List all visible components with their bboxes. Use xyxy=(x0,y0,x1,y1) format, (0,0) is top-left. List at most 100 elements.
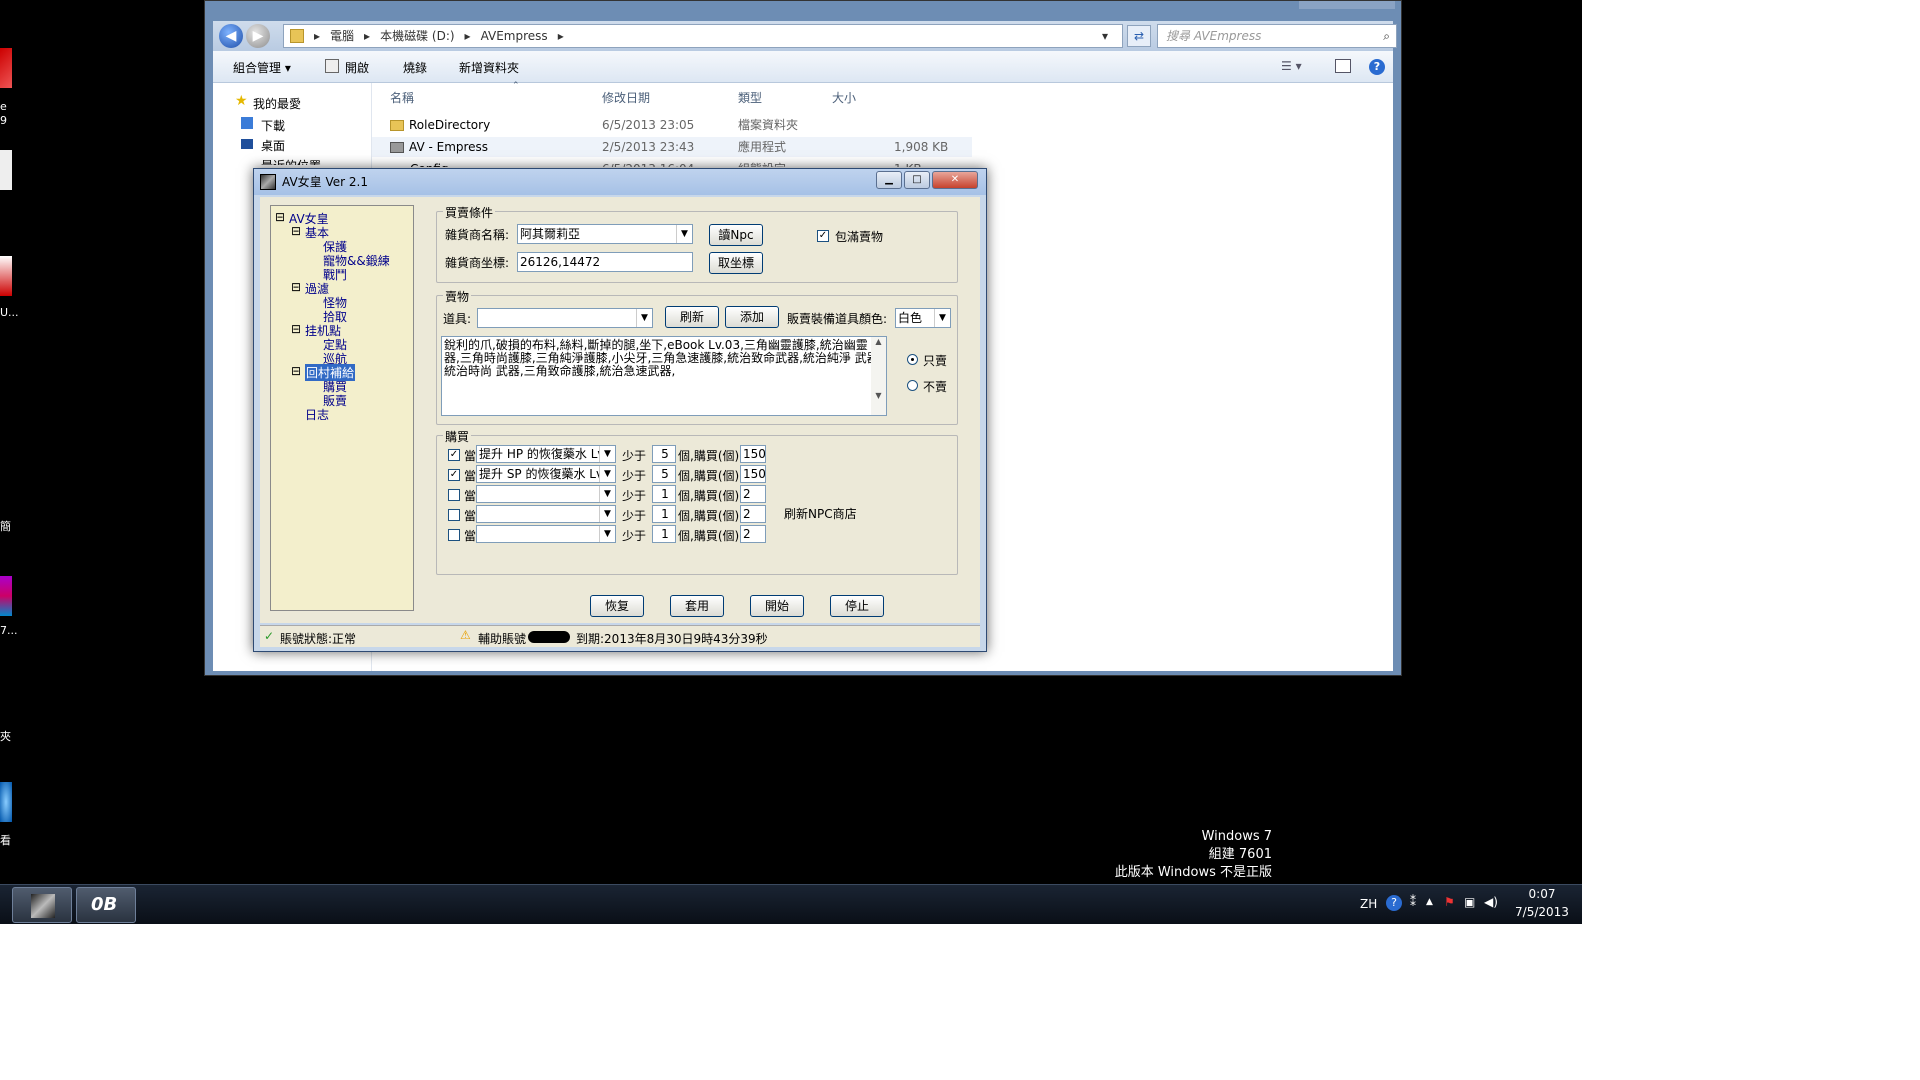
desktop-icon[interactable] xyxy=(0,48,12,88)
help-icon[interactable]: ? xyxy=(1386,895,1402,911)
refresh-icon[interactable]: ⇄ xyxy=(1127,25,1151,47)
organize-button[interactable]: 組合管理 ▾ xyxy=(233,59,291,76)
merchant-select[interactable]: 阿其爾莉亞 ▼ xyxy=(517,224,693,244)
scrollbar[interactable]: ▲ ▼ xyxy=(871,337,886,415)
desktop-icon[interactable] xyxy=(0,256,12,296)
buy-qty-input[interactable]: 2 xyxy=(740,505,766,523)
tree-toggle-icon[interactable]: ⊟ xyxy=(275,210,285,224)
start-button[interactable]: 開始 xyxy=(750,595,804,617)
column-modified[interactable]: 修改日期 xyxy=(602,89,650,106)
minimize-button[interactable]: ▁ xyxy=(876,171,902,189)
buy-row-checkbox[interactable]: ✓ xyxy=(448,449,460,461)
min-count-input[interactable]: 5 xyxy=(652,465,676,483)
tree-toggle-icon[interactable]: ⊟ xyxy=(291,224,301,238)
action-center-icon[interactable]: ⚑ xyxy=(1444,895,1455,909)
chevron-down-icon[interactable]: ▼ xyxy=(599,446,615,462)
only-sell-radio[interactable] xyxy=(907,354,918,365)
nav-desktop[interactable]: 桌面 xyxy=(261,137,285,154)
color-select[interactable]: 白色 ▼ xyxy=(895,308,951,328)
desktop-icon[interactable] xyxy=(0,576,12,616)
buy-row-checkbox[interactable]: ✓ xyxy=(448,469,460,481)
file-row[interactable]: AV - Empress 2/5/2013 23:43 應用程式 1,908 K… xyxy=(372,137,972,157)
forward-icon[interactable]: ▶ xyxy=(246,24,270,48)
maximize-button[interactable]: □ xyxy=(904,171,930,189)
buy-item-select[interactable]: ▼ xyxy=(476,525,616,543)
chevron-down-icon[interactable]: ▼ xyxy=(676,225,692,243)
chevron-down-icon[interactable]: ▼ xyxy=(599,506,615,522)
clock-date[interactable]: 7/5/2013 xyxy=(1510,905,1574,919)
volume-icon[interactable]: ◀) xyxy=(1484,895,1498,909)
chevron-down-icon[interactable]: ▾ xyxy=(1102,25,1108,47)
taskbar-app-avempress[interactable] xyxy=(12,887,72,923)
language-indicator[interactable]: ZH xyxy=(1360,897,1377,911)
chevron-down-icon[interactable]: ▼ xyxy=(599,466,615,482)
desktop-icon[interactable] xyxy=(0,150,12,190)
ime-icon[interactable]: ⁑ xyxy=(1410,895,1416,909)
read-npc-button[interactable]: 讀Npc xyxy=(709,224,763,246)
tree-node-log[interactable]: 日志 xyxy=(305,406,329,423)
help-icon[interactable]: ? xyxy=(1369,59,1385,75)
search-input[interactable]: 搜尋 AVEmpress ⌕ xyxy=(1157,24,1397,48)
sell-list[interactable]: 銳利的爪,破損的布料,絲料,斷掉的腿,坐下,eBook Lv.03,三角幽靈護膝… xyxy=(441,336,887,416)
buy-item-select[interactable]: ▼ xyxy=(476,505,616,523)
min-count-input[interactable]: 1 xyxy=(652,525,676,543)
coord-input[interactable]: 26126,14472 xyxy=(517,252,693,272)
nav-favorites[interactable]: 我的最愛 xyxy=(253,95,301,112)
buy-qty-input[interactable]: 150 xyxy=(740,445,766,463)
back-icon[interactable]: ◀ xyxy=(219,24,243,48)
tree-toggle-icon[interactable]: ⊟ xyxy=(291,322,301,336)
column-size[interactable]: 大小 xyxy=(832,89,856,106)
buy-row-checkbox[interactable] xyxy=(448,529,460,541)
new-folder-button[interactable]: 新增資料夾 xyxy=(459,59,519,76)
window-controls[interactable] xyxy=(1299,1,1395,9)
view-icon[interactable]: ☰ ▾ xyxy=(1281,59,1302,73)
breadcrumb-item[interactable]: 電腦 xyxy=(330,29,354,43)
min-count-input[interactable]: 1 xyxy=(652,505,676,523)
refresh-npc-label[interactable]: 刷新NPC商店 xyxy=(784,505,857,522)
chevron-down-icon[interactable]: ▼ xyxy=(599,526,615,542)
app-titlebar[interactable]: AV女皇 Ver 2.1 ▁ □ ✕ xyxy=(254,169,986,195)
refresh-button[interactable]: 刷新 xyxy=(665,306,719,328)
file-row[interactable]: RoleDirectory 6/5/2013 23:05 檔案資料夾 xyxy=(372,115,972,135)
tree-toggle-icon[interactable]: ⊟ xyxy=(291,364,301,378)
search-icon[interactable]: ⌕ xyxy=(1383,25,1390,47)
taskbar-app[interactable]: 0B xyxy=(76,887,136,923)
breadcrumb-item[interactable]: AVEmpress xyxy=(481,29,548,43)
buy-qty-input[interactable]: 2 xyxy=(740,525,766,543)
buy-qty-input[interactable]: 2 xyxy=(740,485,766,503)
item-select[interactable]: ▼ xyxy=(477,308,653,328)
nav-downloads[interactable]: 下載 xyxy=(261,117,285,134)
file-row[interactable]: Config 6/5/2013 16:04 組態設定 1 KB xyxy=(372,159,972,167)
buy-qty-input[interactable]: 150 xyxy=(740,465,766,483)
column-name[interactable]: 名稱 xyxy=(390,89,414,106)
add-button[interactable]: 添加 xyxy=(725,306,779,328)
min-count-input[interactable]: 1 xyxy=(652,485,676,503)
network-icon[interactable]: ▣ xyxy=(1464,895,1475,909)
buy-item-select[interactable]: 提升 HP 的恢復藥水 Lv.30 ▼ xyxy=(476,445,616,463)
address-input[interactable]: ▸ 電腦 ▸ 本機磁碟 (D:) ▸ AVEmpress ▸ ▾ xyxy=(283,24,1123,48)
burn-button[interactable]: 燒錄 xyxy=(403,59,427,76)
get-coord-button[interactable]: 取坐標 xyxy=(709,252,763,274)
buy-row-checkbox[interactable] xyxy=(448,489,460,501)
breadcrumb-item[interactable]: 本機磁碟 (D:) xyxy=(380,29,454,43)
close-button[interactable]: ✕ xyxy=(932,171,978,189)
chevron-down-icon[interactable]: ▼ xyxy=(636,309,652,327)
nav-recent[interactable]: 最近的位置 xyxy=(261,157,321,165)
open-button[interactable]: 開啟 xyxy=(345,59,369,76)
no-sell-radio[interactable] xyxy=(907,380,918,391)
min-count-input[interactable]: 5 xyxy=(652,445,676,463)
chevron-down-icon[interactable]: ▼ xyxy=(934,309,950,327)
restore-button[interactable]: 恢复 xyxy=(590,595,644,617)
tray-expand-icon[interactable]: ▲ xyxy=(1426,897,1433,907)
buy-item-select[interactable]: ▼ xyxy=(476,485,616,503)
stop-button[interactable]: 停止 xyxy=(830,595,884,617)
full-bag-checkbox[interactable]: ✓ xyxy=(817,230,829,242)
buy-row-checkbox[interactable] xyxy=(448,509,460,521)
chevron-down-icon[interactable]: ▼ xyxy=(599,486,615,502)
tree-toggle-icon[interactable]: ⊟ xyxy=(291,280,301,294)
preview-pane-icon[interactable] xyxy=(1335,59,1351,73)
clock-time[interactable]: 0:07 xyxy=(1518,887,1566,901)
buy-item-select[interactable]: 提升 SP 的恢復藥水 Lv.30 ▼ xyxy=(476,465,616,483)
column-type[interactable]: 類型 xyxy=(738,89,762,106)
desktop-icon[interactable] xyxy=(0,782,12,822)
